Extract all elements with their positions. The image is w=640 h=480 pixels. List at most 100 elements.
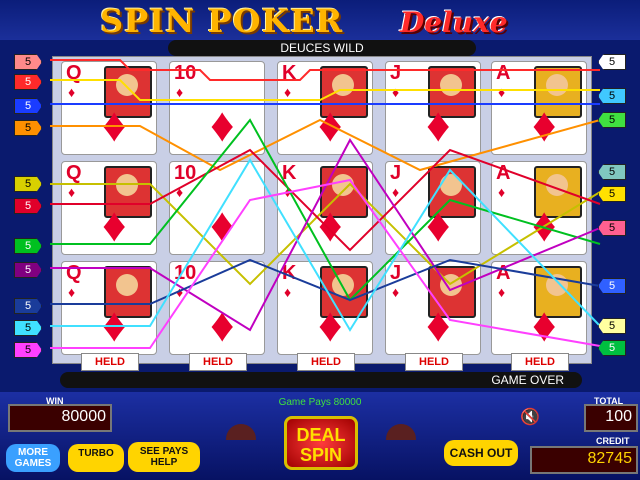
card-rank: 10 xyxy=(174,162,197,184)
card-rank: J xyxy=(390,162,402,184)
card-suit: ♦ xyxy=(284,84,292,100)
line-bet-left-10[interactable]: 5 xyxy=(14,320,42,336)
card-q-diamonds-row1: Q ♦ ♦ xyxy=(61,61,157,155)
card-rank: Q xyxy=(66,62,82,84)
line-bet-right-1[interactable]: 5 xyxy=(598,54,626,70)
held-indicator-2[interactable]: HELD xyxy=(189,353,247,371)
diamond-icon: ♦ xyxy=(318,299,343,352)
card-10-diamonds-row2: 10 ♦ ♦ xyxy=(169,161,265,255)
diamond-icon: ♦ xyxy=(318,99,343,152)
line-bet-right-5[interactable]: 5 xyxy=(598,186,626,202)
line-bet-left-6[interactable]: 5 xyxy=(14,198,42,214)
card-rank: K xyxy=(282,262,297,284)
held-indicator-3[interactable]: HELD xyxy=(297,353,355,371)
card-j-diamonds-row1: J ♦ ♦ xyxy=(385,61,481,155)
line-bet-right-6[interactable]: 5 xyxy=(598,220,626,236)
card-a-diamonds-row3: A ♦ ♦ xyxy=(491,261,587,355)
logo-title: SPIN POKER xyxy=(100,2,344,40)
line-bet-left-11[interactable]: 5 xyxy=(14,342,42,358)
card-q-diamonds-row3: Q ♦ ♦ xyxy=(61,261,157,355)
card-k-diamonds-row3: K ♦ ♦ xyxy=(277,261,373,355)
line-bet-right-2[interactable]: 5 xyxy=(598,88,626,104)
see-pays-help-button[interactable]: SEE PAYS HELP xyxy=(128,442,200,472)
more-games-button[interactable]: MORE GAMES xyxy=(6,444,60,472)
line-bet-left-2[interactable]: 5 xyxy=(14,74,42,90)
deal-spin-button[interactable]: DEAL SPIN xyxy=(284,416,358,470)
card-a-diamonds-row1: A ♦ ♦ xyxy=(491,61,587,155)
card-rank: Q xyxy=(66,162,82,184)
line-bet-left-5[interactable]: 5 xyxy=(14,176,42,192)
status-message: GAME OVER xyxy=(491,373,564,387)
card-rank: 10 xyxy=(174,262,197,284)
status-bar: GAME OVER xyxy=(60,372,582,388)
card-suit: ♦ xyxy=(176,284,184,300)
held-indicator-4[interactable]: HELD xyxy=(405,353,463,371)
card-rank: K xyxy=(282,62,297,84)
card-rank: K xyxy=(282,162,297,184)
diamond-icon: ♦ xyxy=(532,199,557,252)
card-k-diamonds-row2: K ♦ ♦ xyxy=(277,161,373,255)
card-rank: A xyxy=(496,162,511,184)
diamond-icon: ♦ xyxy=(102,299,127,352)
diamond-icon: ♦ xyxy=(426,299,451,352)
line-bet-right-7[interactable]: 5 xyxy=(598,278,626,294)
card-suit: ♦ xyxy=(176,84,184,100)
card-rank: 10 xyxy=(174,62,197,84)
line-bet-left-4[interactable]: 5 xyxy=(14,120,42,136)
card-suit: ♦ xyxy=(392,84,400,100)
held-indicator-1[interactable]: HELD xyxy=(81,353,139,371)
card-suit: ♦ xyxy=(498,84,506,100)
card-j-diamonds-row3: J ♦ ♦ xyxy=(385,261,481,355)
card-suit: ♦ xyxy=(498,184,506,200)
card-10-diamonds-row1: 10 ♦ ♦ xyxy=(169,61,265,155)
diamond-icon: ♦ xyxy=(102,199,127,252)
card-j-diamonds-row2: J ♦ ♦ xyxy=(385,161,481,255)
card-rank: A xyxy=(496,262,511,284)
diamond-icon: ♦ xyxy=(210,99,235,152)
line-bet-right-3[interactable]: 5 xyxy=(598,112,626,128)
card-suit: ♦ xyxy=(392,284,400,300)
cash-out-button[interactable]: CASH OUT xyxy=(444,440,518,466)
card-suit: ♦ xyxy=(392,184,400,200)
diamond-icon: ♦ xyxy=(318,199,343,252)
card-rank: A xyxy=(496,62,511,84)
card-suit: ♦ xyxy=(498,284,506,300)
diamond-icon: ♦ xyxy=(210,199,235,252)
credit-display: 82745 xyxy=(530,446,638,474)
diamond-icon: ♦ xyxy=(426,199,451,252)
diamond-icon: ♦ xyxy=(210,299,235,352)
line-bet-left-8[interactable]: 5 xyxy=(14,262,42,278)
game-pays-text: Game Pays 80000 xyxy=(278,397,362,408)
line-bet-left-3[interactable]: 5 xyxy=(14,98,42,114)
card-a-diamonds-row2: A ♦ ♦ xyxy=(491,161,587,255)
line-bet-left-7[interactable]: 5 xyxy=(14,238,42,254)
diamond-icon: ♦ xyxy=(532,99,557,152)
diamond-icon: ♦ xyxy=(426,99,451,152)
line-bet-right-9[interactable]: 5 xyxy=(598,340,626,356)
credit-label: CREDIT xyxy=(596,436,630,446)
card-suit: ♦ xyxy=(284,184,292,200)
win-display: 80000 xyxy=(8,404,112,432)
card-k-diamonds-row1: K ♦ ♦ xyxy=(277,61,373,155)
card-suit: ♦ xyxy=(68,84,76,100)
card-q-diamonds-row2: Q ♦ ♦ xyxy=(61,161,157,255)
line-bet-left-1[interactable]: 5 xyxy=(14,54,42,70)
game-name-banner: DEUCES WILD xyxy=(168,40,476,56)
turbo-button[interactable]: TURBO xyxy=(68,444,124,472)
card-suit: ♦ xyxy=(176,184,184,200)
total-bet-display: 100 xyxy=(584,404,638,432)
logo-deluxe: Deluxe xyxy=(400,6,508,39)
card-grid: Q ♦ ♦ 10 ♦ ♦ K ♦ ♦ J ♦ ♦ A ♦ ♦ Q ♦ ♦ 10 ♦ ♦ K ♦ ♦ J ♦ ♦ A ♦… xyxy=(52,56,592,371)
line-bet-left-9[interactable]: 5 xyxy=(14,298,42,314)
held-indicator-5[interactable]: HELD xyxy=(511,353,569,371)
card-suit: ♦ xyxy=(284,284,292,300)
sound-muted-icon[interactable]: 🔇 xyxy=(520,408,540,428)
line-bet-right-8[interactable]: 5 xyxy=(598,318,626,334)
card-rank: J xyxy=(390,62,402,84)
line-bet-right-4[interactable]: 5 xyxy=(598,164,626,180)
card-rank: J xyxy=(390,262,402,284)
card-suit: ♦ xyxy=(68,184,76,200)
card-rank: Q xyxy=(66,262,82,284)
diamond-icon: ♦ xyxy=(102,99,127,152)
title-bar: SPIN POKER Deluxe xyxy=(0,0,640,40)
